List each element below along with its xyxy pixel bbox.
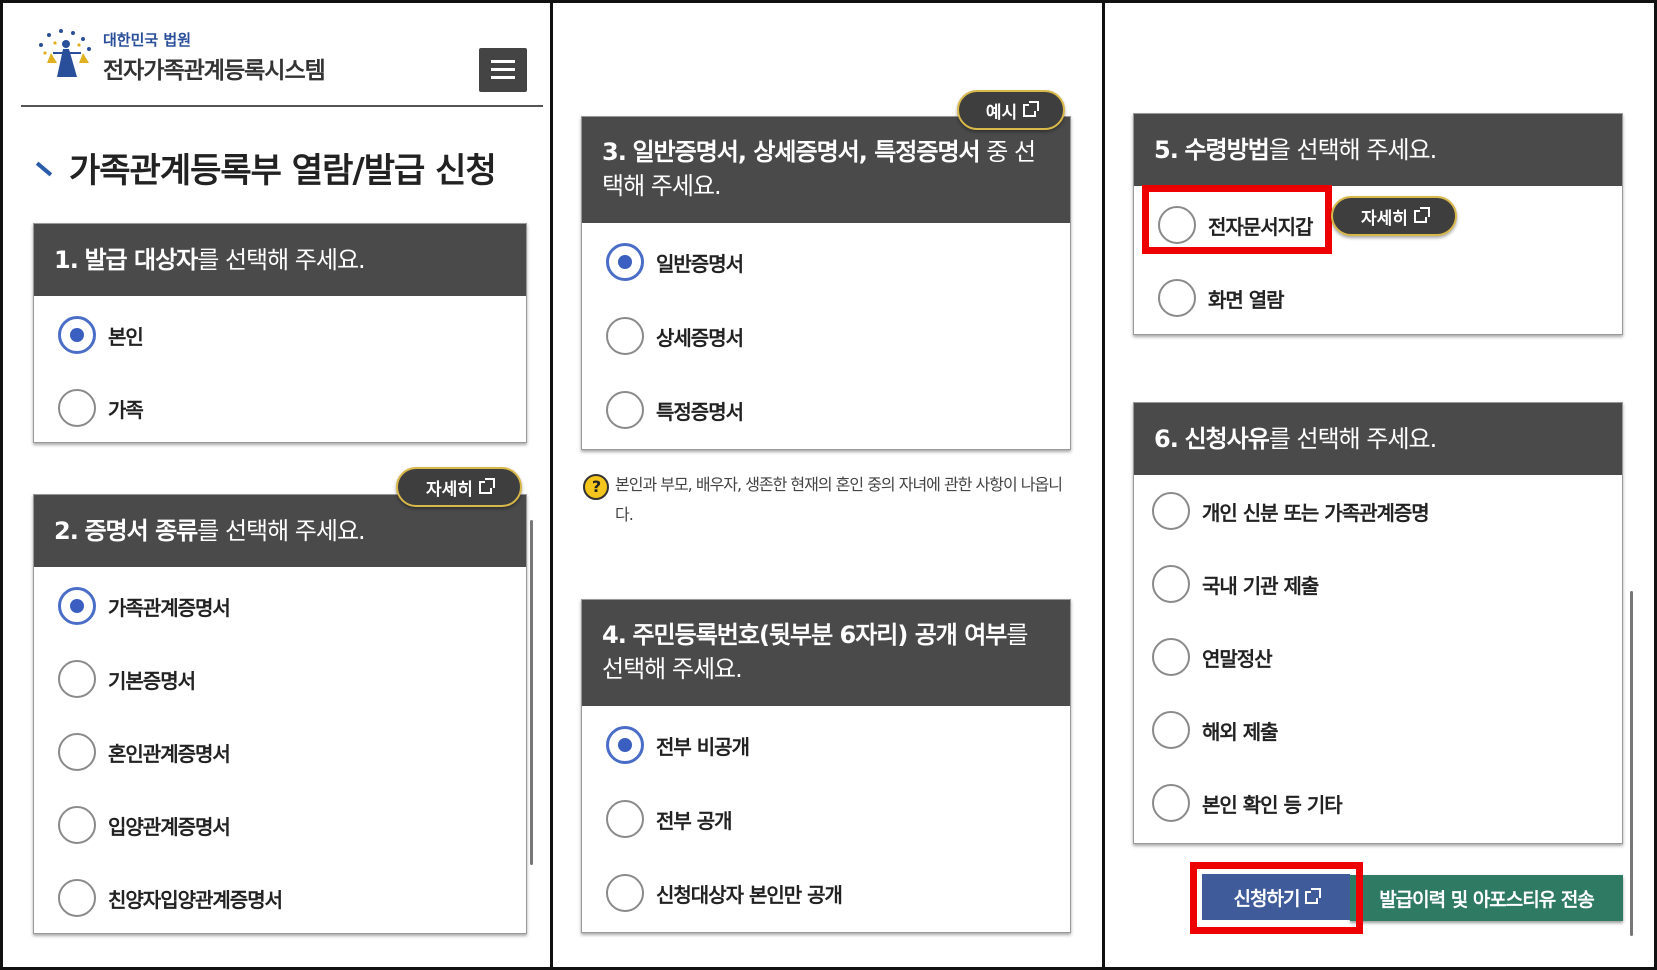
radio-option-identity-proof[interactable]: 개인 신분 또는 가족관계증명 — [1152, 491, 1430, 531]
radio-option-family[interactable]: 가족 — [58, 388, 144, 428]
section-6-heading: 6. 신청사유를 선택해 주세요. — [1134, 403, 1622, 475]
radio-option-screen-view[interactable]: 화면 열람 — [1158, 278, 1285, 318]
section-4-heading: 4. 주민등록번호(뒷부분 6자리) 공개 여부를 선택해 주세요. — [582, 600, 1070, 706]
section-2-card: 2. 증명서 종류를 선택해 주세요. 가족관계증명서 기본증명서 혼인관계증명… — [33, 494, 527, 934]
radio-button[interactable] — [1152, 492, 1190, 530]
panel-3: 5. 수령방법을 선택해 주세요. 전자문서지갑 화면 열람 자세히 6. 신청… — [1105, 3, 1654, 967]
radio-option-all-public[interactable]: 전부 공개 — [606, 799, 733, 839]
notice-text: ? 본인과 부모, 배우자, 생존한 현재의 혼인 중의 자녀에 관한 사항이 … — [583, 470, 1068, 530]
radio-option-marriage-cert[interactable]: 혼인관계증명서 — [58, 732, 231, 772]
page-title: 가족관계등록부 열람/발급 신청 — [35, 143, 497, 192]
radio-option-detailed-cert[interactable]: 상세증명서 — [606, 316, 744, 356]
header-divider — [21, 105, 543, 107]
radio-button[interactable] — [1152, 638, 1190, 676]
radio-button[interactable] — [1152, 711, 1190, 749]
radio-button[interactable] — [606, 874, 644, 912]
detail-button-section-2[interactable]: 자세히 — [396, 467, 522, 507]
section-4-card: 4. 주민등록번호(뒷부분 6자리) 공개 여부를 선택해 주세요. 전부 비공… — [581, 599, 1071, 933]
radio-button[interactable] — [58, 316, 96, 354]
radio-option-general-cert[interactable]: 일반증명서 — [606, 242, 744, 282]
radio-button[interactable] — [58, 879, 96, 917]
radio-button[interactable] — [1158, 279, 1196, 317]
brand-title: 전자가족관계등록시스템 — [103, 58, 326, 84]
section-1-card: 1. 발급 대상자를 선택해 주세요. 본인 가족 — [33, 223, 527, 443]
section-5-heading: 5. 수령방법을 선택해 주세요. — [1134, 114, 1622, 186]
scrollbar-panel-1[interactable] — [530, 520, 533, 865]
radio-button[interactable] — [1152, 565, 1190, 603]
court-logo-icon — [39, 29, 91, 77]
radio-option-other[interactable]: 본인 확인 등 기타 — [1152, 783, 1343, 823]
scrollbar-panel-3[interactable] — [1630, 591, 1633, 936]
radio-button[interactable] — [58, 660, 96, 698]
radio-option-full-adoption-cert[interactable]: 친양자입양관계증명서 — [58, 878, 283, 918]
section-6-card: 6. 신청사유를 선택해 주세요. 개인 신분 또는 가족관계증명 국내 기관 … — [1133, 402, 1623, 844]
radio-option-basic-cert[interactable]: 기본증명서 — [58, 659, 196, 699]
external-link-icon — [1023, 100, 1040, 117]
radio-option-specific-cert[interactable]: 특정증명서 — [606, 390, 744, 430]
radio-option-all-private[interactable]: 전부 비공개 — [606, 725, 750, 765]
brand-small-text: 대한민국 법원 — [103, 31, 192, 49]
external-link-icon — [1413, 206, 1430, 223]
radio-button[interactable] — [606, 800, 644, 838]
highlight-e-document-wallet — [1142, 185, 1332, 254]
radio-option-adoption-cert[interactable]: 입양관계증명서 — [58, 805, 231, 845]
radio-button[interactable] — [606, 726, 644, 764]
detail-button-section-5[interactable]: 자세히 — [1331, 196, 1457, 236]
radio-option-self[interactable]: 본인 — [58, 315, 144, 355]
section-1-heading: 1. 발급 대상자를 선택해 주세요. — [34, 224, 526, 296]
title-mark-icon — [35, 161, 53, 176]
radio-option-overseas-submission[interactable]: 해외 제출 — [1152, 710, 1279, 750]
panel-1: 대한민국 법원 전자가족관계등록시스템 가족관계등록부 열람/발급 신청 1. … — [3, 3, 550, 967]
radio-button[interactable] — [606, 391, 644, 429]
radio-option-domestic-submission[interactable]: 국내 기관 제출 — [1152, 564, 1319, 604]
radio-button[interactable] — [606, 243, 644, 281]
radio-button[interactable] — [58, 733, 96, 771]
radio-button[interactable] — [58, 389, 96, 427]
radio-button[interactable] — [1152, 784, 1190, 822]
radio-button[interactable] — [58, 587, 96, 625]
history-apostille-button[interactable]: 발급이력 및 아포스티유 전송 — [1350, 875, 1623, 921]
external-link-icon — [478, 477, 495, 494]
section-3-card: 3. 일반증명서, 상세증명서, 특정증명서 중 선택해 주세요. 일반증명서 … — [581, 116, 1071, 450]
question-icon: ? — [583, 474, 609, 500]
section-3-heading: 3. 일반증명서, 상세증명서, 특정증명서 중 선택해 주세요. — [582, 117, 1070, 223]
radio-option-year-end-tax[interactable]: 연말정산 — [1152, 637, 1273, 677]
radio-option-applicant-only-public[interactable]: 신청대상자 본인만 공개 — [606, 873, 843, 913]
hamburger-menu-icon[interactable] — [479, 48, 527, 92]
highlight-apply-button — [1190, 862, 1363, 934]
radio-button[interactable] — [58, 806, 96, 844]
radio-option-family-relation-cert[interactable]: 가족관계증명서 — [58, 586, 231, 626]
radio-button[interactable] — [606, 317, 644, 355]
panel-2: 3. 일반증명서, 상세증명서, 특정증명서 중 선택해 주세요. 일반증명서 … — [553, 3, 1102, 967]
example-button-section-3[interactable]: 예시 — [957, 90, 1065, 130]
